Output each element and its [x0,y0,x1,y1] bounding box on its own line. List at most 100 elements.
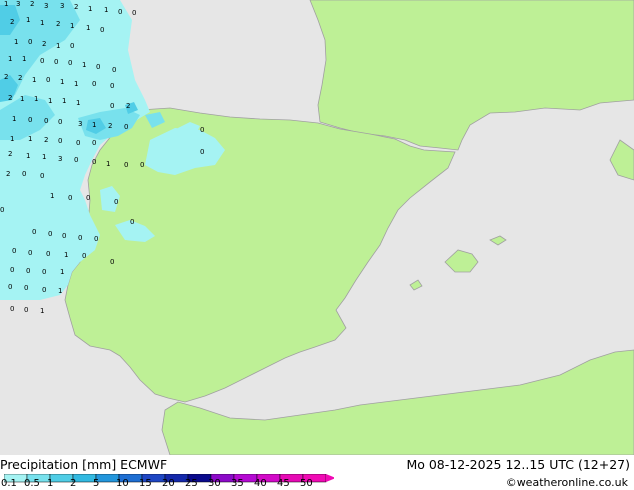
scale-label: 40 [254,478,267,489]
precip-value-label: 0 [42,268,46,276]
precip-value-label: 2 [56,20,60,28]
precip-value-label: 1 [10,135,14,143]
precip-value-label: 0 [96,63,100,71]
precip-value-label: 0 [124,123,128,131]
precip-value-label: 2 [108,122,112,130]
precip-value-label: 0 [132,9,136,17]
precip-value-label: 0 [76,139,80,147]
precip-value-label: 0 [46,250,50,258]
precip-value-label: 1 [82,61,86,69]
precip-value-label: 0 [100,26,104,34]
precip-value-label: 1 [76,99,80,107]
precip-value-label: 0 [54,58,58,66]
precip-value-label: 1 [42,153,46,161]
precip-value-label: 0 [58,137,62,145]
precip-value-label: 0 [62,232,66,240]
precip-value-label: 0 [124,161,128,169]
valid-time: Mo 08-12-2025 12..15 UTC (12+27) [406,457,630,472]
precip-value-label: 0 [40,57,44,65]
precip-value-label: 0 [26,267,30,275]
precip-value-label: 0 [110,82,114,90]
precip-value-label: 2 [42,40,46,48]
precip-value-label: 1 [56,42,60,50]
precip-value-label: 2 [18,74,22,82]
precip-value-label: 1 [40,307,44,315]
precip-value-label: 1 [28,135,32,143]
precip-value-label: 0 [118,8,122,16]
scale-arrow [326,474,334,482]
precip-value-label: 0 [114,198,118,206]
precip-value-label: 0 [78,234,82,242]
precip-value-label: 1 [60,268,64,276]
precip-value-label: 0 [68,194,72,202]
precip-value-label: 2 [10,18,14,26]
precip-value-label: 1 [62,97,66,105]
precip-value-label: 0 [46,76,50,84]
precip-value-label: 0 [130,218,134,226]
precip-value-label: 0 [40,172,44,180]
precip-value-label: 1 [4,0,8,8]
precip-value-label: 0 [200,148,204,156]
precip-value-label: 0 [92,80,96,88]
precip-value-label: 0 [70,42,74,50]
precip-value-label: 1 [50,192,54,200]
scale-label: 1 [47,478,54,489]
precip-value-label: 1 [26,16,30,24]
precip-value-label: 0 [48,230,52,238]
precip-value-label: 0 [28,116,32,124]
scale-label: 0.5 [24,478,40,489]
scale-label: 10 [116,478,129,489]
precip-value-label: 1 [106,160,110,168]
map-canvas: 1 3 2 3 3 2 1 1 0 02 1 1 2 1 1 01 0 2 1 01 1 0 0 0 1 0 02 2 1 0 1 1 0 02 1… [0,0,634,456]
precip-value-label: 2 [74,3,78,11]
precip-value-label: 0 [28,249,32,257]
credit: ©weatheronline.co.uk [505,476,628,489]
precip-value-label: 3 [58,155,62,163]
scale-label: 35 [231,478,244,489]
precip-value-label: 0 [10,305,14,313]
precip-value-label: 1 [64,251,68,259]
map-title: Precipitation [mm] ECMWF [0,457,168,472]
precip-value-label: 1 [104,6,108,14]
precip-value-label: 0 [94,235,98,243]
precip-value-label: 0 [92,139,96,147]
precip-value-label: 0 [10,266,14,274]
precip-value-label: 0 [32,228,36,236]
precip-value-label: 1 [14,38,18,46]
precip-value-label: 0 [110,102,114,110]
precip-value-label: 0 [110,258,114,266]
precip-value-label: 1 [74,80,78,88]
precip-value-label: 0 [92,158,96,166]
scale-label: 15 [139,478,152,489]
precip-value-label: 3 [44,2,48,10]
precip-value-label: 0 [8,283,12,291]
precip-value-label: 1 [70,22,74,30]
precip-value-label: 0 [58,118,62,126]
scale-label: 45 [277,478,290,489]
precip-value-label: 3 [16,0,20,8]
precip-value-label: 2 [44,136,48,144]
precip-value-label: 3 [78,120,82,128]
precip-value-label: 1 [26,152,30,160]
precip-value-label: 0 [112,66,116,74]
precip-value-label: 1 [48,97,52,105]
scale-label: 30 [208,478,221,489]
precip-value-label: 1 [12,115,16,123]
precip-value-label: 1 [88,5,92,13]
precip-value-label: 1 [60,78,64,86]
scale-label: 5 [93,478,100,489]
scale-label: 25 [185,478,198,489]
precip-value-label: 0 [12,247,16,255]
precip-value-label: 0 [0,206,4,214]
scale-label: 50 [300,478,313,489]
precip-value-label: 1 [40,19,44,27]
precip-value-label: 0 [22,170,26,178]
precip-value-label: 0 [42,286,46,294]
precip-value-label: 0 [200,126,204,134]
precipitation-map: 1323321100211211010210110001002210110021… [0,0,634,456]
precip-value-label: 2 [30,0,34,8]
precip-value-label: 2 [126,102,130,110]
precip-value-label: 0 [74,156,78,164]
precip-value-label: 2 [8,150,12,158]
scale-label: 20 [162,478,175,489]
